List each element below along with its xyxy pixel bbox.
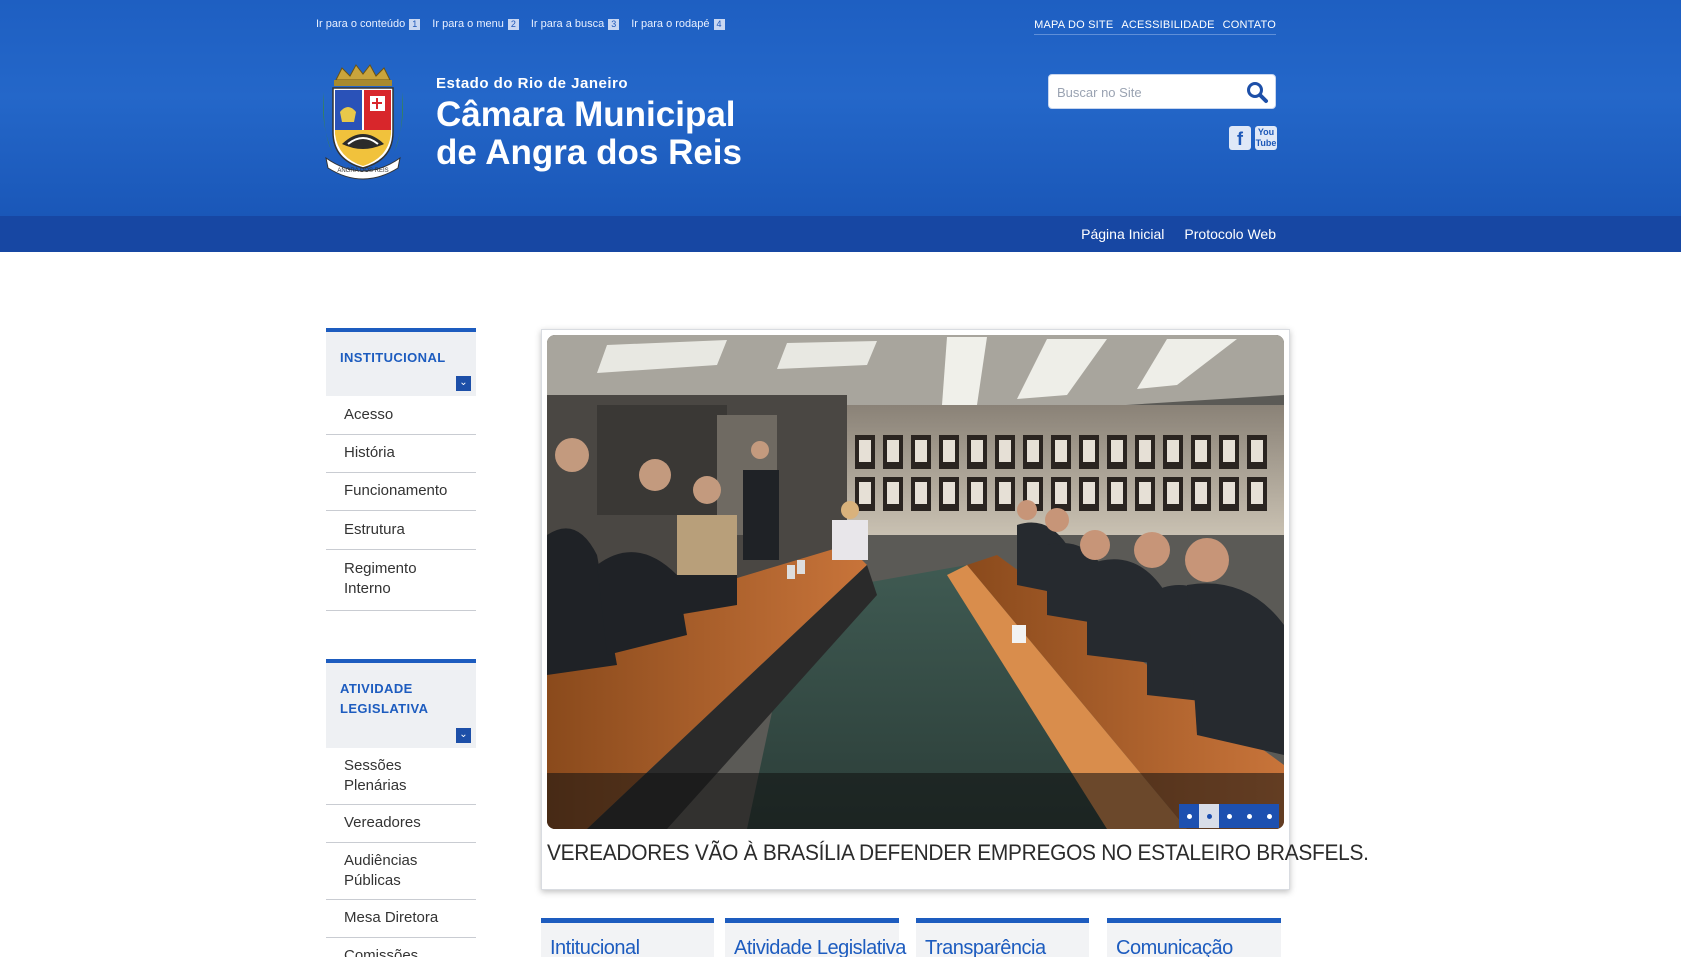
skip-link-footer[interactable]: Ir para o rodapé 4 <box>631 18 725 30</box>
slide-dot-2[interactable] <box>1199 804 1219 828</box>
youtube-icon[interactable]: You Tube <box>1255 126 1277 150</box>
nav-web-protocol[interactable]: Protocolo Web <box>1184 226 1276 242</box>
sidebar-item-estrutura[interactable]: Estrutura <box>326 511 476 550</box>
chevron-down-icon[interactable]: ⌄ <box>456 728 471 743</box>
site-title-line2[interactable]: de Angra dos Reis <box>436 134 742 172</box>
divider <box>326 610 476 611</box>
sidebar-institucional: INSTITUCIONAL ⌄ Acesso História Funciona… <box>326 328 476 611</box>
section-tab-comunicacao[interactable]: Comunicação <box>1107 918 1281 957</box>
sidebar-item-acesso[interactable]: Acesso <box>326 396 476 435</box>
slide-dot-4[interactable] <box>1239 804 1259 828</box>
sitemap-link[interactable]: MAPA DO SITE <box>1034 19 1113 31</box>
state-label: Estado do Rio de Janeiro <box>436 75 629 92</box>
skip-link-content[interactable]: Ir para o conteúdo 1 <box>316 18 421 30</box>
page: Ir para o conteúdo 1 Ir para o menu 2 Ir p… <box>0 0 1681 957</box>
skip-link-search[interactable]: Ir para a busca 3 <box>531 18 620 30</box>
news-slider: VEREADORES VÃO À BRASÍLIA DEFENDER EMPRE… <box>541 329 1369 890</box>
sidebar-item-funcionamento[interactable]: Funcionamento <box>326 473 476 511</box>
search-button[interactable] <box>1245 80 1269 104</box>
main-nav-links: Página Inicial Protocolo Web <box>1081 226 1276 242</box>
section-tab-transparencia[interactable]: Transparência <box>916 918 1089 957</box>
sidebar-item-mesa-diretora[interactable]: Mesa Diretora <box>326 900 476 938</box>
contact-link[interactable]: CONTATO <box>1223 19 1276 31</box>
coat-of-arms-logo[interactable]: ANGRA DOS REIS <box>318 62 408 184</box>
search-icon <box>1247 82 1268 103</box>
slide-dot-1[interactable] <box>1179 804 1199 828</box>
chevron-down-icon[interactable]: ⌄ <box>456 376 471 391</box>
skip-links: Ir para o conteúdo 1 Ir para o menu 2 Ir p… <box>316 18 725 30</box>
meeting-photo <box>547 335 1284 829</box>
sidebar-item-comissoes[interactable]: Comissões <box>326 938 476 957</box>
slide-photo[interactable] <box>547 335 1284 829</box>
sidebar-item-audiencias[interactable]: Audiências Públicas <box>326 843 476 900</box>
site-title-line1[interactable]: Câmara Municipal <box>436 96 736 134</box>
sidebar-item-vereadores[interactable]: Vereadores <box>326 805 476 843</box>
section-tab-institucional[interactable]: Intitucional <box>541 918 714 957</box>
social-links: f You Tube <box>1229 126 1277 150</box>
slide-dot-3[interactable] <box>1219 804 1239 828</box>
slide-caption[interactable]: VEREADORES VÃO À BRASÍLIA DEFENDER EMPRE… <box>547 840 1369 866</box>
facebook-icon[interactable]: f <box>1229 126 1251 150</box>
utility-links: MAPA DO SITE ACESSIBILIDADE CONTATO <box>1034 19 1276 35</box>
sidebar-atividade-legislativa: ATIVIDADE LEGISLATIVA ⌄ Sessões Plenária… <box>326 659 476 957</box>
search-box <box>1048 74 1276 109</box>
slider-pagination <box>1179 804 1279 828</box>
section-tab-atividade-legislativa[interactable]: Atividade Legislativa <box>725 918 906 957</box>
sidebar-heading[interactable]: INSTITUCIONAL ⌄ <box>326 328 476 396</box>
main-navbar <box>0 216 1681 252</box>
sidebar-item-sessoes[interactable]: Sessões Plenárias <box>326 748 476 805</box>
slide-dot-5[interactable] <box>1259 804 1279 828</box>
search-input[interactable] <box>1057 81 1237 103</box>
skip-link-menu[interactable]: Ir para o menu 2 <box>432 18 519 30</box>
sidebar-item-regimento[interactable]: Regimento Interno <box>326 550 436 610</box>
accessibility-link[interactable]: ACESSIBILIDADE <box>1121 19 1214 31</box>
svg-text:ANGRA DOS REIS: ANGRA DOS REIS <box>337 168 388 174</box>
site-header: Ir para o conteúdo 1 Ir para o menu 2 Ir p… <box>0 0 1681 216</box>
sidebar-item-historia[interactable]: História <box>326 435 476 473</box>
nav-home[interactable]: Página Inicial <box>1081 226 1164 242</box>
sidebar-heading[interactable]: ATIVIDADE LEGISLATIVA ⌄ <box>326 659 476 748</box>
